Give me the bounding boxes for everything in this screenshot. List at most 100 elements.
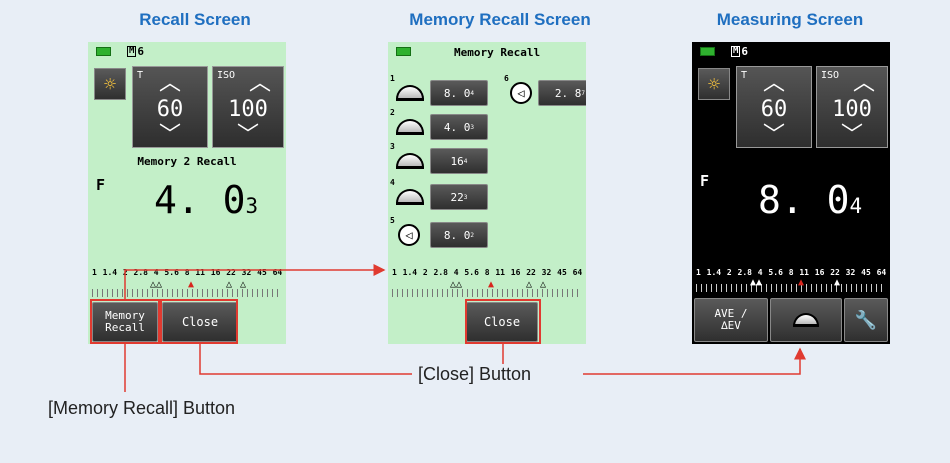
memory-count: 6	[741, 44, 749, 58]
dome-icon	[396, 85, 424, 101]
memory-recall-header: Memory Recall	[454, 46, 541, 59]
ave-ev-button[interactable]: AVE / ∆EV	[694, 298, 768, 342]
memory-value-main: 16	[450, 154, 464, 168]
status-bar	[396, 46, 427, 56]
light-mode-icon[interactable]: ☼	[94, 68, 126, 100]
battery-icon	[96, 46, 111, 56]
scale-marker: △	[226, 279, 233, 290]
scale-marker-current: ▲	[488, 279, 495, 290]
shutter-up-icon[interactable]: ︿	[737, 73, 811, 95]
status-bar: M 6	[700, 44, 749, 58]
memory-item-1[interactable]: 1 8. 04	[390, 74, 488, 106]
spot-icon: ◁	[510, 82, 532, 104]
memory-count: 6	[137, 44, 145, 58]
battery-icon	[700, 46, 715, 56]
shutter-value: 60	[156, 97, 184, 122]
aperture-scale: 1 1.4 2 2.8 4 5.6 8 11 16 22 32 45 64 90	[696, 268, 890, 277]
scale-marker: ▲	[834, 277, 841, 288]
dome-icon	[396, 153, 424, 169]
memory-value-main: 8. 0	[443, 86, 471, 100]
memory-value-sub: 3	[470, 123, 475, 131]
f-value-sub: 4	[849, 194, 863, 218]
scale-ticks	[92, 289, 282, 297]
scale-marker-current: ▲	[188, 279, 195, 290]
close-button-label: [Close] Button	[418, 364, 532, 384]
measuring-screen-title: Measuring Screen	[716, 10, 864, 29]
scale-marker-current: ▲	[798, 277, 805, 288]
memory-recall-screen-title: Memory Recall Screen	[409, 10, 591, 29]
light-mode-icon[interactable]: ☼	[698, 68, 730, 100]
memory-button[interactable]	[770, 298, 842, 342]
memory-box: M	[127, 45, 137, 57]
iso-up-icon[interactable]: ︿	[841, 73, 887, 95]
memory-box: M	[731, 45, 741, 57]
shutter-value: 60	[760, 97, 788, 122]
memory-value[interactable]: 8. 02	[430, 222, 488, 248]
scale-marker: △	[240, 279, 247, 290]
scale-marker: ▲▲	[750, 277, 763, 288]
f-value-main: 4. 0	[154, 178, 246, 222]
memory-index: 6	[504, 74, 509, 83]
iso-up-icon[interactable]: ︿	[237, 73, 283, 95]
memory-value-sub: 7	[581, 89, 586, 97]
memory-value-sub: 4	[470, 89, 475, 97]
memory-recall-button-label: [Memory Recall] Button	[48, 398, 236, 418]
memory-value[interactable]: 4. 03	[430, 114, 488, 140]
iso-down-icon[interactable]: ﹀	[213, 125, 283, 147]
wrench-icon[interactable]: 🔧	[844, 298, 888, 342]
memory-value-sub: 3	[463, 193, 468, 201]
memory-value-main: 4. 0	[443, 120, 471, 134]
f-value-main: 8. 0	[758, 178, 850, 222]
aperture-scale: 1 1.4 2 2.8 4 5.6 8 11 16 22 32 45 64 90	[92, 268, 286, 277]
scale-marker: △	[540, 279, 547, 290]
memory-item-5[interactable]: 5 ◁ 8. 02	[390, 216, 488, 248]
iso-value: 100	[228, 97, 268, 122]
iso-label: ISO	[217, 70, 236, 81]
shutter-panel[interactable]: T ︿ 60 ﹀	[132, 66, 208, 148]
recall-message: Memory 2 Recall	[137, 155, 237, 168]
memory-index: 5	[390, 216, 395, 225]
memory-value-sub: 2	[470, 231, 475, 239]
scale-ticks	[392, 289, 582, 297]
memory-value-main: 2. 8	[554, 86, 582, 100]
f-value: 8. 04	[758, 178, 862, 222]
aperture-scale: 1 1.4 2 2.8 4 5.6 8 11 16 22 32 45 64 90	[392, 268, 586, 277]
iso-down-icon[interactable]: ﹀	[817, 125, 887, 147]
measuring-screen: M 6 ☼ T ︿ 60 ﹀ ISO ︿ 100 ﹀ F 8. 04 1 1.4…	[692, 42, 890, 344]
scale-ticks	[696, 284, 886, 292]
dome-icon	[396, 189, 424, 205]
spot-icon: ◁	[398, 224, 420, 246]
f-value: 4. 03	[154, 178, 258, 222]
shutter-panel[interactable]: T ︿ 60 ﹀	[736, 66, 812, 148]
highlight-memory-recall	[90, 299, 160, 344]
memory-value[interactable]: 22 3	[430, 184, 488, 210]
memory-item-3[interactable]: 3 16 4	[390, 142, 488, 174]
battery-icon	[396, 46, 411, 56]
iso-panel[interactable]: ISO ︿ 100 ﹀	[816, 66, 888, 148]
shutter-down-icon[interactable]: ﹀	[737, 125, 811, 147]
memory-value[interactable]: 16 4	[430, 148, 488, 174]
dome-icon	[793, 313, 819, 327]
highlight-close	[160, 299, 238, 344]
scale-marker: △△	[150, 279, 163, 290]
f-value-sub: 3	[245, 194, 259, 218]
line-close-left	[199, 344, 412, 375]
shutter-down-icon[interactable]: ﹀	[133, 125, 207, 147]
recall-screen-title: Recall Screen	[139, 10, 251, 29]
shutter-up-icon[interactable]: ︿	[133, 73, 207, 95]
memory-index: 4	[390, 178, 395, 187]
iso-label: ISO	[821, 70, 840, 81]
status-bar: M 6	[96, 44, 145, 58]
iso-panel[interactable]: ISO ︿ 100 ﹀	[212, 66, 284, 148]
memory-item-2[interactable]: 2 4. 03	[390, 108, 488, 140]
memory-value-main: 8. 0	[443, 228, 471, 242]
memory-value-sub: 4	[463, 157, 468, 165]
memory-item-4[interactable]: 4 22 3	[390, 178, 488, 210]
memory-item-6[interactable]: 6 ◁ 2. 87	[504, 74, 586, 106]
dome-icon	[396, 119, 424, 135]
memory-value[interactable]: 8. 04	[430, 80, 488, 106]
scale-marker: △△	[450, 279, 463, 290]
memory-value[interactable]: 2. 87	[538, 80, 586, 106]
memory-value-main: 22	[450, 190, 464, 204]
f-label: F	[700, 172, 710, 190]
